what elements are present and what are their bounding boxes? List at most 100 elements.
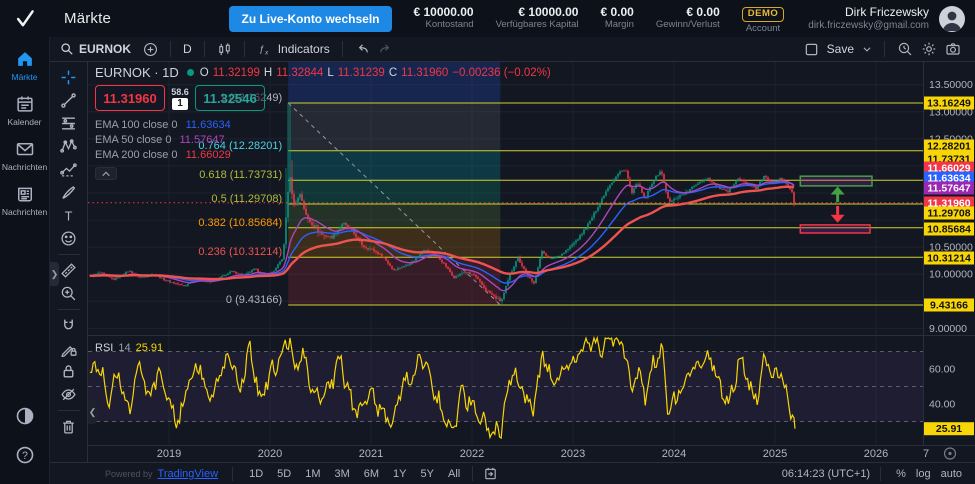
fib-retracement-tool[interactable] bbox=[55, 112, 83, 135]
svg-text:9.00000: 9.00000 bbox=[929, 323, 967, 335]
legend-collapse-button[interactable] bbox=[95, 167, 117, 180]
indicator-row-ema100[interactable]: EMA 100 close 0 11.63634 bbox=[95, 119, 551, 131]
save-button[interactable]: Save bbox=[823, 42, 858, 56]
chart-toolbar: EURNOK D ƒ x Indicators Save bbox=[50, 37, 975, 62]
svg-text:ƒ: ƒ bbox=[259, 44, 264, 54]
sidebar-expander[interactable]: ❯ bbox=[50, 262, 59, 286]
redo-button[interactable] bbox=[374, 42, 397, 57]
help-button[interactable]: ? bbox=[15, 445, 35, 470]
sidebar-item-nachrichten-mail[interactable]: Nachrichten bbox=[0, 139, 50, 172]
range-button-5d[interactable]: 5D bbox=[271, 467, 297, 481]
sidebar-item-kalender[interactable]: Kalender bbox=[0, 94, 50, 127]
ema100-value: 11.63634 bbox=[185, 119, 231, 131]
text-tool[interactable]: T bbox=[55, 204, 83, 227]
svg-text:10.31214: 10.31214 bbox=[927, 253, 971, 265]
sell-button[interactable]: 11.31960 bbox=[95, 85, 165, 111]
rsi-legend[interactable]: RSI 14 25.91 bbox=[95, 342, 163, 354]
undo-button[interactable] bbox=[351, 42, 374, 57]
mail-icon bbox=[16, 142, 33, 156]
emoji-tool[interactable] bbox=[55, 227, 83, 250]
time-axis[interactable]: 2019 2020 2021 2022 2023 2024 2025 2026 7 bbox=[157, 447, 957, 460]
forecast-tool[interactable] bbox=[55, 158, 83, 181]
stat-margin-label: Margin bbox=[604, 19, 634, 31]
stat-balance: € 10000.00 Kontostand bbox=[414, 5, 474, 31]
range-button-1m[interactable]: 1M bbox=[299, 467, 326, 481]
theme-toggle[interactable] bbox=[15, 406, 35, 431]
time-axis-menu-icon[interactable] bbox=[943, 447, 957, 460]
log-scale-button[interactable]: log bbox=[911, 467, 936, 481]
tradingview-link[interactable]: TradingView bbox=[158, 468, 219, 480]
go-to-date-button[interactable] bbox=[472, 466, 498, 481]
range-button-1y[interactable]: 1Y bbox=[387, 467, 412, 481]
user-info: Dirk Friczewsky dirk.friczewsky@gmail.co… bbox=[808, 5, 929, 31]
save-menu-button[interactable] bbox=[858, 44, 876, 54]
chart-settings-button[interactable] bbox=[917, 41, 941, 57]
brush-tool[interactable] bbox=[55, 181, 83, 204]
draw-lock-tool[interactable] bbox=[55, 337, 83, 360]
emoji-icon bbox=[61, 231, 76, 246]
svg-text:40.00: 40.00 bbox=[929, 399, 955, 411]
range-button-3m[interactable]: 3M bbox=[328, 467, 355, 481]
quick-search-button[interactable] bbox=[893, 41, 917, 57]
xabcd-pattern-tool[interactable] bbox=[55, 135, 83, 158]
fib-retracement-icon bbox=[62, 117, 75, 130]
buy-button[interactable]: 11.32546 bbox=[195, 85, 265, 111]
chart-container[interactable]: 1 (13.16249)0.764 (12.28201)0.618 (11.73… bbox=[88, 62, 975, 462]
indicators-button[interactable]: ƒ x Indicators bbox=[253, 41, 334, 57]
zoom-in-icon bbox=[61, 286, 76, 301]
sidebar-item-nachrichten-news[interactable]: Nachrichten bbox=[0, 184, 50, 217]
demo-badge: DEMO bbox=[741, 7, 785, 22]
clock[interactable]: 06:14:23 (UTC+1) bbox=[782, 468, 870, 480]
range-button-6m[interactable]: 6M bbox=[358, 467, 385, 481]
avatar[interactable] bbox=[939, 5, 965, 32]
lock-all-tool[interactable] bbox=[55, 360, 83, 383]
indicator-row-ema50[interactable]: EMA 50 close 0 11.57647 bbox=[95, 134, 551, 146]
high-label: H bbox=[263, 66, 273, 79]
svg-text:x: x bbox=[264, 50, 269, 57]
percent-scale-button[interactable]: % bbox=[891, 467, 911, 481]
trend-line-tool[interactable] bbox=[55, 89, 83, 112]
rsi-value: 25.91 bbox=[135, 342, 164, 354]
auto-scale-button[interactable]: auto bbox=[936, 467, 967, 481]
layout-button[interactable] bbox=[800, 42, 823, 57]
switch-to-live-button[interactable]: Zu Live-Konto wechseln bbox=[229, 5, 392, 32]
svg-text:2020: 2020 bbox=[258, 448, 282, 460]
range-button-all[interactable]: All bbox=[442, 467, 466, 481]
candlestick-icon bbox=[218, 42, 230, 55]
indicator-row-ema200[interactable]: EMA 200 close 0 11.66029 bbox=[95, 149, 551, 161]
zoom-in-tool[interactable] bbox=[55, 282, 83, 305]
svg-text:7: 7 bbox=[923, 448, 929, 460]
compare-button[interactable] bbox=[139, 42, 162, 57]
svg-text:25.91: 25.91 bbox=[936, 423, 962, 435]
ema50-label: EMA 50 close 0 bbox=[95, 134, 172, 146]
crosshair-tool[interactable] bbox=[55, 66, 83, 89]
symbol-search[interactable]: EURNOK bbox=[60, 42, 131, 56]
news-icon bbox=[17, 187, 32, 202]
snapshot-button[interactable] bbox=[941, 41, 965, 57]
svg-text:2024: 2024 bbox=[662, 448, 686, 460]
stat-margin: € 0.00 Margin bbox=[600, 5, 634, 31]
search-clock-icon bbox=[898, 42, 912, 56]
svg-text:2022: 2022 bbox=[460, 448, 484, 460]
legend-symbol[interactable]: EURNOK · 1D bbox=[95, 65, 179, 80]
risk-reward-boxes[interactable] bbox=[799, 175, 873, 234]
powered-by: Powered by TradingView bbox=[105, 468, 218, 480]
plus-circle-icon bbox=[144, 42, 157, 56]
quantity-stepper[interactable]: 1 bbox=[172, 97, 188, 110]
drawing-toolbar-expander[interactable]: ❮ bbox=[88, 400, 97, 424]
magnet-tool[interactable] bbox=[55, 314, 83, 337]
hide-all-tool[interactable] bbox=[55, 383, 83, 406]
remove-all-tool[interactable] bbox=[55, 415, 83, 438]
sidebar-item-maerkte[interactable]: Märkte bbox=[0, 49, 50, 82]
toolbar-divider bbox=[57, 254, 80, 255]
account-type[interactable]: DEMO Account bbox=[741, 3, 785, 34]
price-axis[interactable]: 13.5000013.0000012.5000010.5000010.00000… bbox=[929, 79, 973, 410]
up-arrow[interactable] bbox=[830, 186, 845, 203]
chevron-up-icon bbox=[102, 171, 110, 176]
svg-text:11.57647: 11.57647 bbox=[927, 183, 970, 195]
broker-logo[interactable] bbox=[0, 0, 50, 37]
range-button-1d[interactable]: 1D bbox=[243, 467, 269, 481]
interval-button[interactable]: D bbox=[179, 42, 196, 56]
chart-style-button[interactable] bbox=[213, 42, 236, 57]
range-button-5y[interactable]: 5Y bbox=[415, 467, 440, 481]
